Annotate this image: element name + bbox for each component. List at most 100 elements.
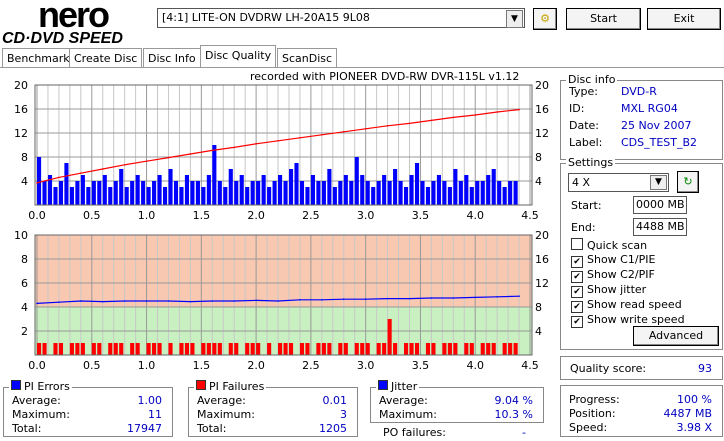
pi_failures-title: PI Failures [194,380,267,393]
exit-button[interactable]: Exit [647,8,721,30]
data-point [342,131,345,133]
data-bar [212,343,217,355]
data-bar [393,169,398,205]
checkbox-icon[interactable]: ✔ [571,286,583,298]
pi_errors-title-text: PI Errors [24,380,70,393]
data-bar [469,187,474,205]
checkbox-show-jitter[interactable]: ✔ Show jitter [571,283,646,298]
data-point [58,176,60,179]
data-bar [360,343,365,355]
data-bar [497,181,502,205]
checkbox-show-read-speed[interactable]: ✔ Show read speed [571,298,682,313]
data-bar [256,181,261,205]
data-bar [69,187,74,205]
data-bar [491,343,496,355]
left-tick-label: 4 [21,175,28,188]
data-bar [245,343,250,355]
data-bar [168,169,173,205]
data-bar [387,181,392,205]
data-point [36,182,38,184]
pi_errors-value: 11 [148,408,162,421]
left-tick-label: 20 [14,79,28,92]
data-bar [409,175,414,205]
disc_info-value: MXL RG04 [621,102,678,115]
data-bar [431,343,436,355]
x-tick-label: 0.0 [28,209,46,222]
checkbox-icon[interactable]: ✔ [571,316,583,328]
data-point [36,302,38,305]
data-point [80,300,82,302]
right-tick-label: 20 [535,79,549,92]
data-bar [464,343,469,355]
checkbox-quick-scan[interactable]: Quick scan [571,238,647,252]
data-point [430,119,433,122]
data-bar [152,343,157,355]
data-bar [201,187,206,205]
data-bar [447,187,452,205]
tab-scandisc[interactable]: ScanDisc [277,48,338,68]
start-button[interactable]: Start [566,8,641,30]
data-bar [234,343,239,355]
jitter-title: Jitter [376,380,420,393]
data-bar [97,181,102,205]
data-bar [299,343,305,355]
left-tick-label: 10 [14,229,28,242]
chevron-down-icon[interactable]: ▼ [650,175,667,190]
drive-select[interactable]: [4:1] LITE-ON DVDRW LH-20A15 9L08 ▼ [157,8,525,28]
end-input[interactable]: 4488 MB [633,218,687,236]
data-bar [354,343,359,355]
tab-disc-quality[interactable]: Disc Quality [200,45,277,68]
x-tick-label: 1.5 [193,209,211,222]
data-bar [217,343,222,355]
data-point [518,108,520,111]
refresh-icon[interactable]: ↻ [677,171,699,193]
pi_failures-value: 3 [340,408,347,421]
x-tick-label: 3.5 [412,209,430,222]
data-point [167,300,170,302]
data-bar [146,343,151,355]
jitter-label: Maximum: [379,408,437,421]
chevron-down-icon[interactable]: ▼ [506,10,523,28]
data-bar [53,343,58,355]
right-tick-label: 8 [535,151,542,164]
data-point [299,299,301,301]
data-point [211,149,214,152]
left-tick-label: 8 [21,253,28,266]
data-bar [382,175,387,205]
checkbox-icon[interactable]: ✔ [571,301,583,313]
data-bar [272,181,277,205]
tab-benchmark[interactable]: Benchmark [2,48,75,68]
disc_info-label: Type: [569,85,598,98]
settings-group: Settings 4 X ▼ ↻ Start: 0000 MB End: 4488… [560,156,723,350]
data-bar [130,343,135,355]
data-bar [409,343,414,355]
checkbox-label: Show read speed [587,298,682,311]
data-bar [108,343,113,355]
tab-disc-info[interactable]: Disc Info [143,48,201,68]
right-tick-label: 4 [535,175,542,188]
checkbox-label: Show C1/PIE [587,253,656,266]
data-point [430,297,433,299]
data-bar [283,343,288,355]
checkbox-show-c2-pif[interactable]: ✔ Show C2/PIF [571,268,655,283]
start-input[interactable]: 0000 MB [633,196,687,214]
advanced-button[interactable]: Advanced [633,326,719,346]
data-point [123,164,126,166]
right-tick-label: 4 [535,325,542,338]
data-bar [404,343,409,355]
checkbox-icon[interactable]: ✔ [571,271,583,283]
data-point [496,296,498,298]
settings-gears-icon[interactable]: ⚙ [533,8,557,30]
x-tick-label: 2.5 [302,209,320,222]
checkbox-show-c1-pie[interactable]: ✔ Show C1/PIE [571,253,655,268]
tab-create-disc[interactable]: Create Disc [69,48,143,68]
speed-select[interactable]: 4 X ▼ [568,173,669,192]
data-point [101,168,104,170]
drive-value: [4:1] LITE-ON DVDRW LH-20A15 9L08 [162,11,370,24]
x-tick-label: 4.0 [466,209,484,222]
checkbox-icon[interactable]: ✔ [571,256,583,268]
data-bar [376,181,381,205]
checkbox-icon[interactable] [571,238,583,250]
data-bar [97,343,102,355]
data-bar [486,175,491,205]
